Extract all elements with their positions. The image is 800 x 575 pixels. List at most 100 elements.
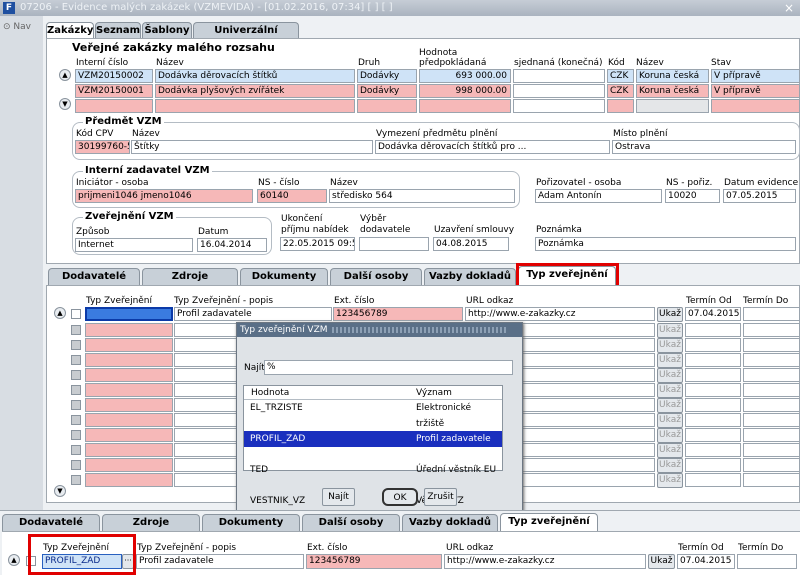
grid-empty-show-button[interactable]: Ukaž [657, 443, 683, 458]
grid-empty-to[interactable] [743, 428, 800, 442]
initiator-field[interactable]: prijmeni1046 jmeno1046 [75, 189, 253, 203]
grid-empty-from[interactable] [685, 323, 741, 337]
grid-empty-check[interactable] [71, 445, 81, 455]
zoom-from-field[interactable]: 07.04.2015 [677, 554, 735, 569]
scroll-up-icon[interactable]: ▲ [59, 69, 71, 81]
scroll-down-icon[interactable]: ▼ [59, 98, 71, 110]
grid-empty-to[interactable] [743, 458, 800, 472]
contract-date-field[interactable]: 04.08.2015 [433, 237, 509, 251]
row3-name[interactable] [155, 99, 355, 113]
btab-links[interactable]: Vazby dokladů [402, 514, 498, 531]
row2-internal-no[interactable]: VZM20150001 [75, 84, 153, 98]
grid-empty-type[interactable] [85, 398, 173, 412]
btab-suppliers[interactable]: Dodavatelé [2, 514, 100, 531]
grid-empty-check[interactable] [71, 325, 81, 335]
acquirer-field[interactable]: Adam Antonín [535, 189, 662, 203]
grid-empty-type[interactable] [85, 413, 173, 427]
row3-state[interactable] [711, 99, 800, 113]
grid-row1-to[interactable] [743, 307, 800, 321]
zoom-to-field[interactable] [737, 554, 797, 569]
grid-empty-to[interactable] [743, 383, 800, 397]
grid-empty-check[interactable] [71, 475, 81, 485]
btab-documents[interactable]: Dokumenty [202, 514, 300, 531]
subject-name-field[interactable]: Štítky [131, 140, 373, 154]
grid-row1-from[interactable]: 07.04.2015 [685, 307, 741, 321]
dialog-item-ted[interactable]: TED Úřední věstník EU [244, 462, 502, 478]
grid-empty-to[interactable] [743, 323, 800, 337]
cpv-field[interactable]: 30199760-5 [75, 140, 130, 154]
row2-type[interactable]: Dodávky [357, 84, 417, 98]
dialog-find-button[interactable]: Najít [322, 488, 355, 506]
dialog-item-el-trziste[interactable]: EL_TRZISTE Elektronické tržiště [244, 400, 502, 429]
grid-empty-to[interactable] [743, 398, 800, 412]
close-icon[interactable]: × [782, 1, 796, 15]
grid-empty-show-button[interactable]: Ukaž [657, 413, 683, 428]
row1-state[interactable]: V přípravě [711, 69, 800, 83]
grid-empty-show-button[interactable]: Ukaž [657, 398, 683, 413]
grid-row1-type[interactable] [85, 307, 173, 321]
grid-empty-type[interactable] [85, 443, 173, 457]
grid-empty-from[interactable] [685, 443, 741, 457]
grid-empty-from[interactable] [685, 428, 741, 442]
grid-empty-from[interactable] [685, 473, 741, 487]
grid-empty-show-button[interactable]: Ukaž [657, 353, 683, 368]
row3-value-neg[interactable] [513, 99, 605, 113]
grid-empty-check[interactable] [71, 460, 81, 470]
row3-type[interactable] [357, 99, 417, 113]
grid-empty-check[interactable] [71, 385, 81, 395]
grid-row1-desc[interactable]: Profil zadavatele [174, 307, 332, 321]
grid-empty-type[interactable] [85, 368, 173, 382]
row3-currency[interactable] [636, 99, 709, 113]
grid-empty-type[interactable] [85, 383, 173, 397]
grid-empty-type[interactable] [85, 338, 173, 352]
tab-univerzalni[interactable]: Univerzální náhradnici [193, 22, 299, 52]
nav-toggle[interactable]: ⊙ Nav [3, 22, 31, 32]
row1-name[interactable]: Dodávka děrovacích štítků [155, 69, 355, 83]
grid-empty-to[interactable] [743, 368, 800, 382]
btab-funding[interactable]: Zdroje financování [102, 514, 200, 544]
grid-empty-check[interactable] [71, 355, 81, 365]
row1-code[interactable]: CZK [607, 69, 634, 83]
btab-persons[interactable]: Další osoby [302, 514, 400, 531]
row1-value-neg[interactable] [513, 69, 605, 83]
grid-empty-type[interactable] [85, 353, 173, 367]
row1-currency[interactable]: Koruna česká [636, 69, 709, 83]
grid-empty-to[interactable] [743, 473, 800, 487]
dialog-item-vestnik-vz[interactable]: VESTNIK_VZVěstník VZ [244, 493, 502, 509]
choice-field[interactable] [359, 237, 429, 251]
grid-empty-show-button[interactable]: Ukaž [657, 323, 683, 338]
grid-empty-show-button[interactable]: Ukaž [657, 338, 683, 353]
note-field[interactable]: Poznámka [535, 237, 796, 251]
grid-empty-from[interactable] [685, 413, 741, 427]
pub-method-field[interactable]: Internet [75, 238, 193, 252]
grid-row1-ext[interactable]: 123456789 [333, 307, 463, 321]
row2-value-neg[interactable] [513, 84, 605, 98]
dialog-find-input[interactable]: % [264, 360, 513, 375]
zoom-url-field[interactable]: http://www.e-zakazky.cz [444, 554, 646, 569]
grid-empty-to[interactable] [743, 413, 800, 427]
dtab-suppliers[interactable]: Dodavatelé [48, 268, 140, 285]
grid-empty-show-button[interactable]: Ukaž [657, 368, 683, 383]
pub-date-field[interactable]: 16.04.2014 [197, 238, 267, 252]
tab-seznam[interactable]: Seznam [95, 22, 141, 39]
acquirer-ns-field[interactable]: 10020 [665, 189, 720, 203]
grid-empty-from[interactable] [685, 383, 741, 397]
row3-internal-no[interactable] [75, 99, 153, 113]
zoom-desc-field[interactable]: Profil zadavatele [136, 554, 304, 569]
scope-field[interactable]: Dodávka děrovacích štítků pro ... [375, 140, 610, 154]
grid-empty-from[interactable] [685, 398, 741, 412]
row2-name[interactable]: Dodávka plyšových zvířátek [155, 84, 355, 98]
grid-empty-type[interactable] [85, 458, 173, 472]
grid-empty-show-button[interactable]: Ukaž [657, 383, 683, 398]
grid-scroll-up-icon[interactable]: ▲ [54, 307, 66, 319]
row2-currency[interactable]: Koruna česká [636, 84, 709, 98]
grid-empty-from[interactable] [685, 353, 741, 367]
grid-empty-check[interactable] [71, 370, 81, 380]
row3-code[interactable] [607, 99, 634, 113]
btab-publication[interactable]: Typ zveřejnění [500, 513, 598, 531]
grid-empty-type[interactable] [85, 428, 173, 442]
dtab-documents[interactable]: Dokumenty [240, 268, 328, 285]
tab-zakazky[interactable]: Zakázky [46, 22, 94, 39]
dialog-ok-button[interactable]: OK [382, 488, 418, 506]
grid-empty-to[interactable] [743, 443, 800, 457]
